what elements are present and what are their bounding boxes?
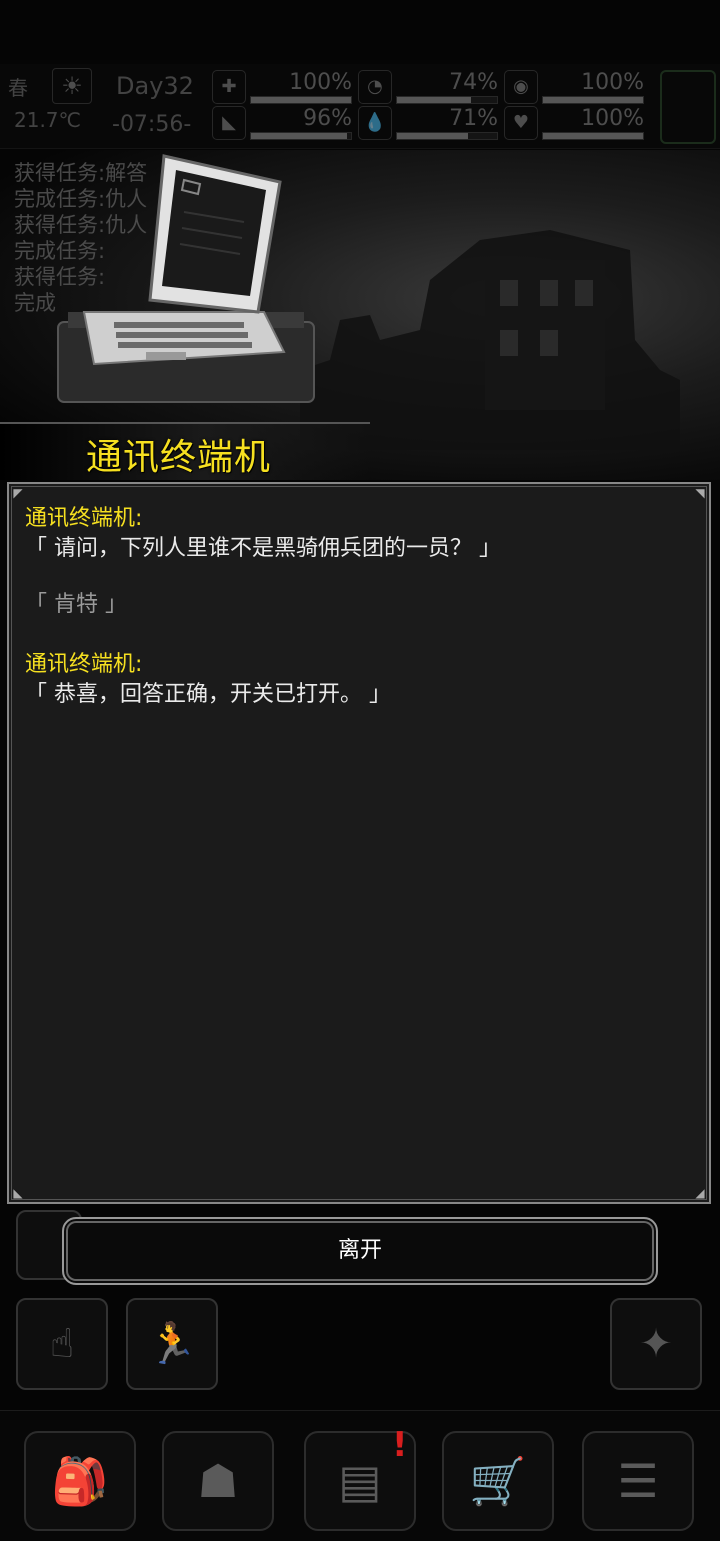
stat-value: 74% <box>449 70 498 95</box>
equipment-slot <box>660 70 716 144</box>
message-text: 「 请问，下列人里谁不是黑骑佣兵团的一员？ 」 <box>25 536 501 561</box>
compass-icon: ✦ <box>610 1298 702 1390</box>
heart-icon: ♥ <box>504 106 538 140</box>
season-label: 春 <box>8 76 28 100</box>
stat-fill <box>251 97 351 103</box>
bottom-nav: 🎒 ☗ ▤ ! 🛒 ☰ <box>0 1410 720 1541</box>
dialog-message: 通讯终端机: 「 恭喜，回答正确，开关已打开。 」 <box>25 650 391 710</box>
stat-fill <box>543 133 643 139</box>
stat-value: 100% <box>289 70 352 95</box>
stat-value: 100% <box>581 70 644 95</box>
brain-head-icon[interactable]: ☗ <box>162 1431 274 1531</box>
chosen-answer: 「 肯特 」 <box>25 592 127 617</box>
stat-fill <box>543 97 643 103</box>
message-text: 「 恭喜，回答正确，开关已打开。 」 <box>25 682 391 707</box>
stat-thirst: 💧 71% <box>358 106 498 140</box>
corner-ornament-icon: ◤ <box>13 486 23 500</box>
speaker-name: 通讯终端机: <box>25 506 143 531</box>
corner-ornament-icon: ◢ <box>695 1186 705 1200</box>
tap-hand-icon: ☝ <box>16 1298 108 1390</box>
stomach-icon: ◔ <box>358 70 392 104</box>
stat-health: ✚ 100% <box>212 70 352 104</box>
day-label: Day32 <box>116 72 194 100</box>
status-bar: 春 ☀ 21.7℃ Day32 -07:56- ✚ 100% ◔ 74% ◉ 1… <box>0 64 720 149</box>
temperature-label: 21.7℃ <box>14 108 81 132</box>
leave-button[interactable]: 离开 <box>62 1217 658 1285</box>
time-label: -07:56- <box>112 112 192 137</box>
medkit-icon: ✚ <box>212 70 246 104</box>
mask-icon: ◉ <box>504 70 538 104</box>
boot-icon: ◣ <box>212 106 246 140</box>
sun-icon: ☀ <box>52 68 92 104</box>
stat-stamina: ◣ 96% <box>212 106 352 140</box>
backpack-icon[interactable]: 🎒 <box>24 1431 136 1531</box>
stat-heart: ♥ 100% <box>504 106 644 140</box>
page-title: 通讯终端机 <box>86 437 272 478</box>
stat-value: 100% <box>581 106 644 131</box>
stat-fill <box>397 97 471 103</box>
stat-fill <box>397 133 468 139</box>
run-icon: 🏃 <box>126 1298 218 1390</box>
water-drop-icon: 💧 <box>358 106 392 140</box>
alert-badge: ! <box>392 1425 408 1465</box>
stat-value: 96% <box>303 106 352 131</box>
ruined-city-image <box>300 230 680 450</box>
corner-ornament-icon: ◥ <box>695 486 705 500</box>
stat-fill <box>251 133 347 139</box>
stat-hunger: ◔ 74% <box>358 70 498 104</box>
laptop-terminal-icon <box>57 154 315 403</box>
list-menu-icon[interactable]: ☰ <box>582 1431 694 1531</box>
cart-icon[interactable]: 🛒 <box>442 1431 554 1531</box>
dialog-message: 通讯终端机: 「 请问，下列人里谁不是黑骑佣兵团的一员？ 」 <box>25 504 501 564</box>
stat-value: 71% <box>449 106 498 131</box>
speaker-name: 通讯终端机: <box>25 652 143 677</box>
corner-ornament-icon: ◣ <box>13 1186 23 1200</box>
stat-mood: ◉ 100% <box>504 70 644 104</box>
dialog-choice: 「 肯特 」 <box>25 590 127 620</box>
dialog-panel: ◤ ◥ ◣ ◢ 通讯终端机: 「 请问，下列人里谁不是黑骑佣兵团的一员？ 」 「… <box>7 482 711 1204</box>
title-banner: 通讯终端机 <box>0 422 370 480</box>
